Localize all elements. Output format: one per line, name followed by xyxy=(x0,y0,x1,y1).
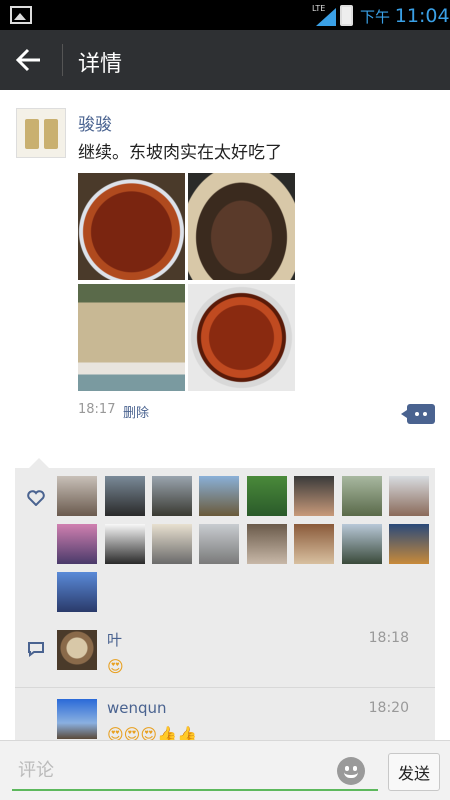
status-clock: 下午 11:04 xyxy=(360,5,450,27)
commenter-avatar[interactable] xyxy=(57,699,97,739)
liker-avatar[interactable] xyxy=(247,476,287,516)
heart-icon xyxy=(27,490,45,506)
liker-avatar[interactable] xyxy=(152,524,192,564)
liker-avatar[interactable] xyxy=(199,524,239,564)
author-name[interactable]: 骏骏 xyxy=(78,110,112,135)
liker-avatar[interactable] xyxy=(294,524,334,564)
liker-avatar[interactable] xyxy=(199,476,239,516)
photo-grid xyxy=(78,173,298,391)
comment-text: 😍 xyxy=(107,657,124,676)
status-time: 11:04 xyxy=(394,5,450,27)
liker-avatar[interactable] xyxy=(247,524,287,564)
commenter-name[interactable]: 叶 xyxy=(107,629,122,650)
comment-divider xyxy=(15,687,435,688)
send-button[interactable]: 发送 xyxy=(388,753,440,791)
comment-time: 18:20 xyxy=(368,700,409,716)
comment-input-bar: 发送 xyxy=(0,740,450,800)
post-text: 继续。东坡肉实在太好吃了 xyxy=(78,143,282,163)
liker-avatar[interactable] xyxy=(342,476,382,516)
liker-avatar[interactable] xyxy=(389,476,429,516)
liker-avatar[interactable] xyxy=(152,476,192,516)
gallery-notification-icon xyxy=(10,6,32,24)
likes-panel xyxy=(15,458,435,621)
comment-time: 18:18 xyxy=(368,630,409,646)
status-period: 下午 xyxy=(360,8,391,26)
liker-avatar[interactable] xyxy=(105,524,145,564)
liker-avatar[interactable] xyxy=(57,572,97,612)
signal-icon xyxy=(316,8,336,26)
photo-2[interactable] xyxy=(188,173,295,280)
commenter-name[interactable]: wenqun xyxy=(107,699,167,717)
comments-panel: 叶 18:18 😍 wenqun 18:20 😍😍😍👍👍 xyxy=(15,621,435,744)
photo-4[interactable] xyxy=(188,284,295,391)
liker-avatar[interactable] xyxy=(389,524,429,564)
photo-1[interactable] xyxy=(78,173,185,280)
emoji-picker-icon[interactable] xyxy=(337,757,365,785)
photo-3[interactable] xyxy=(78,284,185,391)
battery-icon xyxy=(340,5,353,26)
liker-avatar[interactable] xyxy=(105,476,145,516)
post-time: 18:17 xyxy=(78,402,116,417)
title-bar: 详情 xyxy=(0,30,450,90)
title-divider xyxy=(62,44,63,76)
author-avatar[interactable] xyxy=(16,108,66,158)
page-title: 详情 xyxy=(78,52,123,77)
status-bar: LTE 下午 11:04 xyxy=(0,0,450,30)
comment-icon xyxy=(28,642,44,657)
delete-link[interactable]: 删除 xyxy=(123,402,149,421)
comment-more-icon[interactable] xyxy=(401,404,435,424)
back-arrow-icon[interactable] xyxy=(14,46,44,74)
commenter-avatar[interactable] xyxy=(57,630,97,670)
liker-avatar[interactable] xyxy=(57,476,97,516)
liker-avatar[interactable] xyxy=(342,524,382,564)
liker-avatar[interactable] xyxy=(294,476,334,516)
comment-input[interactable] xyxy=(12,751,378,791)
liker-avatar[interactable] xyxy=(57,524,97,564)
